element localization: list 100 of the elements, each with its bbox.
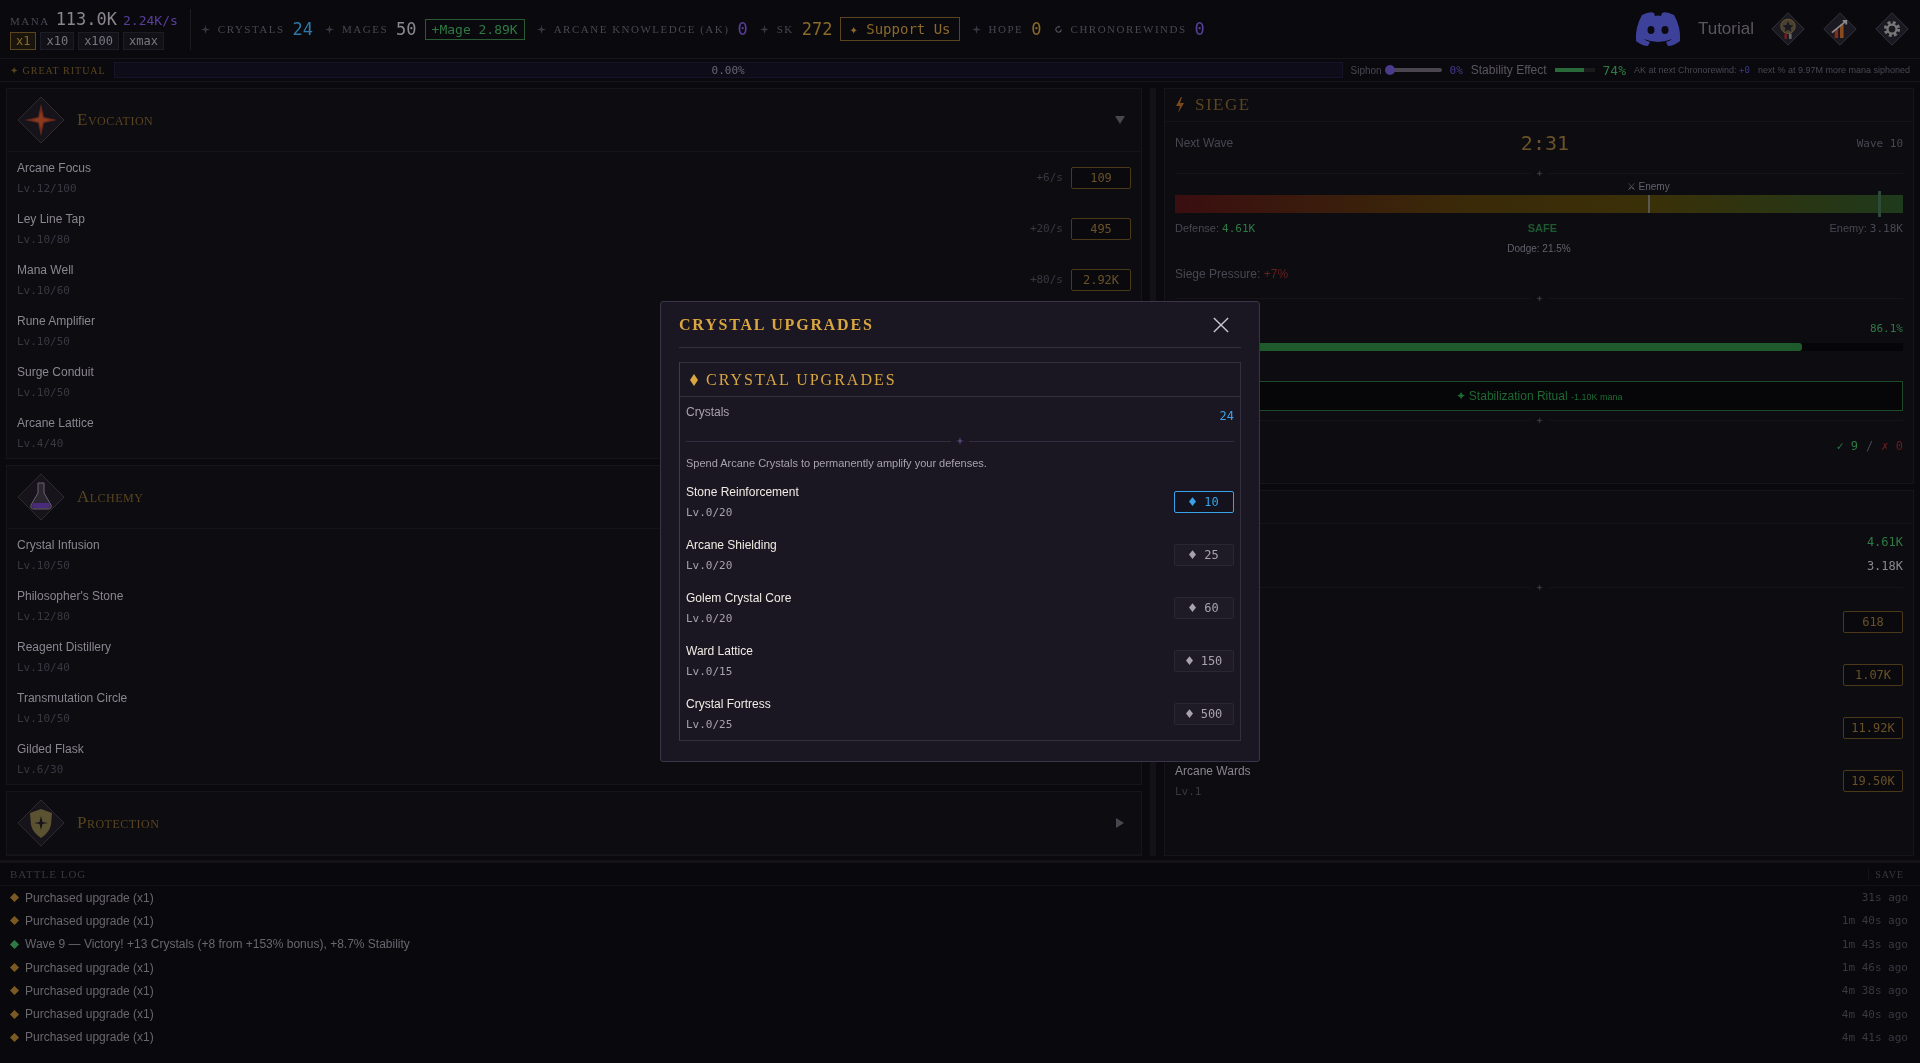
siphon-label: Siphon bbox=[1350, 64, 1382, 76]
upgrade-name: Stone Reinforcement bbox=[686, 484, 799, 499]
diamond-icon bbox=[1185, 656, 1193, 665]
siphon-note: next % at 9.97M more mana siphoned bbox=[1757, 65, 1910, 75]
defense-value: 3.18K bbox=[1866, 559, 1903, 573]
dialog-title: CRYSTAL UPGRADES bbox=[679, 315, 874, 334]
cost-button[interactable]: 19.50K bbox=[1843, 769, 1903, 792]
stat-button[interactable]: ✦ Support Us bbox=[840, 17, 960, 41]
stat-label: SK bbox=[776, 23, 794, 35]
crystal-cost-button[interactable]: 25 bbox=[1174, 543, 1234, 566]
cost-button[interactable]: 618 bbox=[1843, 610, 1903, 633]
section-title: Evocation bbox=[77, 110, 154, 130]
upgrade-name: Transmutation Circle bbox=[17, 690, 128, 705]
stat-value: 0 bbox=[1031, 19, 1042, 39]
upgrade-name: Arcane Shielding bbox=[686, 537, 777, 552]
mana-rate: 2.24K/s bbox=[123, 12, 178, 28]
ak-note: AK at next Chronorewind: +0 bbox=[1634, 65, 1750, 75]
rewind-icon bbox=[1053, 24, 1063, 34]
tutorial-link[interactable]: Tutorial bbox=[1697, 19, 1754, 39]
log-entry-text: Purchased upgrade (x1) bbox=[25, 1030, 154, 1045]
dodge-stat: Dodge: 21.5% bbox=[1507, 243, 1571, 254]
flask-icon bbox=[17, 473, 65, 521]
upgrade-name: Crystal Infusion bbox=[17, 537, 100, 552]
upgrade-name: Ley Line Tap bbox=[17, 211, 85, 226]
crystal-cost-button[interactable]: 60 bbox=[1174, 596, 1234, 619]
chat-logo-icon[interactable] bbox=[1633, 11, 1682, 47]
crystal-cost-button[interactable]: 150 bbox=[1174, 649, 1234, 672]
wave-number: Wave 10 bbox=[1856, 136, 1903, 150]
crystal-cost-button[interactable]: 500 bbox=[1174, 702, 1234, 725]
stat-value: 0 bbox=[1194, 19, 1205, 39]
log-entry-text: Purchased upgrade (x1) bbox=[25, 1007, 154, 1022]
crystals-value: 24 bbox=[1219, 408, 1234, 425]
siege-pressure: Siege Pressure: +7% bbox=[1175, 267, 1289, 281]
stat-button[interactable]: +Mage 2.89K bbox=[424, 18, 525, 40]
siphon-reading: 0% bbox=[1449, 63, 1463, 77]
siege-status: SAFE bbox=[1527, 222, 1558, 234]
upgrade-name: Arcane Lattice bbox=[17, 415, 94, 430]
stability-effect-label: Stability Effect bbox=[1470, 63, 1547, 77]
section-title: Protection bbox=[77, 813, 160, 833]
mana-label: MANA bbox=[10, 14, 50, 27]
stat-label: CHRONOREWINDS bbox=[1070, 23, 1187, 35]
settings-icon[interactable] bbox=[1874, 11, 1910, 47]
mana-value: 113.0K bbox=[55, 8, 118, 29]
upgrade-level: Lv.0/15 bbox=[686, 664, 733, 678]
cost-button[interactable]: 1.07K bbox=[1843, 663, 1903, 686]
losses-count: ✗ 0 bbox=[1881, 439, 1903, 453]
caret-icon[interactable] bbox=[1116, 818, 1124, 828]
stability-effect-reading: 74% bbox=[1602, 62, 1626, 78]
stability-reading: 86.1% bbox=[1869, 322, 1903, 335]
diamond-icon bbox=[1189, 603, 1197, 612]
sparkle-icon bbox=[325, 24, 335, 34]
cost-button[interactable]: 11.92K bbox=[1843, 716, 1903, 739]
sparkle-icon bbox=[971, 24, 981, 34]
stat-label: HOPE bbox=[988, 23, 1024, 35]
cost-button[interactable]: 2.92K bbox=[1071, 268, 1131, 291]
shield-icon bbox=[17, 799, 65, 847]
enemy-marker-label: ⚔ Enemy bbox=[1626, 181, 1670, 192]
stat-value: 24 bbox=[292, 19, 314, 39]
upgrade-name: Rune Amplifier bbox=[17, 313, 96, 328]
stat-value: 50 bbox=[396, 19, 417, 39]
stat-value: 272 bbox=[801, 19, 833, 39]
multiplier-button[interactable]: xmax bbox=[123, 31, 164, 50]
log-entry-text: Wave 9 — Victory! +13 Crystals (+8 from +153% bonus), +8.7% Stability bbox=[25, 937, 410, 952]
caret-icon[interactable] bbox=[1115, 116, 1125, 124]
multiplier-button[interactable]: x10 bbox=[40, 31, 75, 50]
stability-effect-meter bbox=[1554, 68, 1595, 72]
upgrade-name: Mana Well bbox=[17, 262, 74, 277]
cost-button[interactable]: 109 bbox=[1071, 166, 1131, 189]
log-entry-text: Purchased upgrade (x1) bbox=[25, 983, 154, 998]
cost-button[interactable]: 495 bbox=[1071, 217, 1131, 240]
multiplier-button[interactable]: x100 bbox=[78, 31, 120, 50]
log-entry-text: Purchased upgrade (x1) bbox=[25, 913, 154, 928]
card-title: CRYSTAL UPGRADES bbox=[706, 370, 897, 389]
badge-star-icon[interactable] bbox=[1770, 11, 1806, 47]
upgrade-name: Golem Crystal Core bbox=[686, 590, 792, 605]
siege-title: SIEGE bbox=[1195, 95, 1251, 115]
defense-value: 4.61K bbox=[1866, 535, 1903, 549]
upgrade-name: Ward Lattice bbox=[686, 643, 753, 658]
log-entry-text: Purchased upgrade (x1) bbox=[25, 960, 154, 975]
wave-timer: 2:31 bbox=[1520, 131, 1570, 155]
close-icon[interactable] bbox=[1213, 316, 1229, 333]
next-wave-label: Next Wave bbox=[1175, 136, 1234, 150]
upgrade-name: Surge Conduit bbox=[17, 364, 94, 379]
diamond-icon bbox=[1185, 709, 1193, 718]
ritual-progress-reading: 0.00% bbox=[711, 63, 745, 77]
multiplier-button[interactable]: x1 bbox=[10, 31, 37, 50]
diamond-icon bbox=[690, 373, 698, 386]
crystals-label: Crystals bbox=[686, 405, 730, 421]
sparkle-icon bbox=[759, 24, 769, 34]
upgrade-level: Lv.0/20 bbox=[686, 505, 733, 519]
record-separator: / bbox=[1866, 439, 1874, 453]
compass-star-icon bbox=[17, 96, 65, 144]
section-title: Alchemy bbox=[77, 487, 144, 507]
upgrade-name: Reagent Distillery bbox=[17, 639, 112, 654]
great-ritual-label: ✦ GREAT RITUAL bbox=[10, 64, 106, 76]
chart-arrow-icon[interactable] bbox=[1822, 11, 1858, 47]
sparkle-icon bbox=[536, 24, 546, 34]
enemy-stat: Enemy: 3.18K bbox=[1829, 221, 1903, 235]
dialog-description: Spend Arcane Crystals to permanently amplify your defenses. bbox=[686, 457, 988, 469]
crystal-cost-button[interactable]: 10 bbox=[1174, 490, 1234, 513]
